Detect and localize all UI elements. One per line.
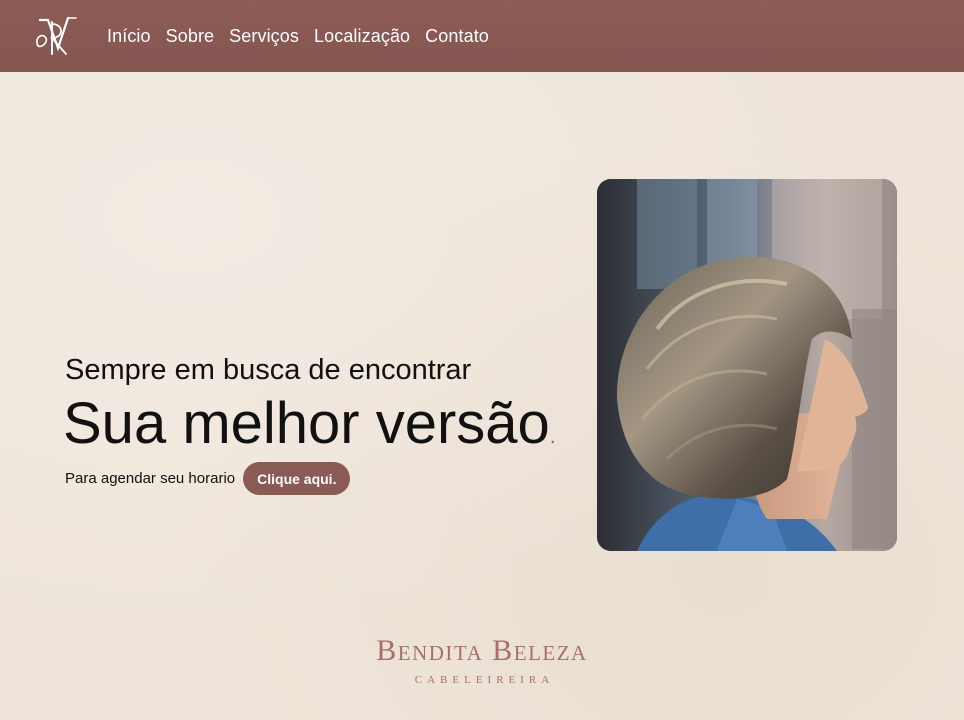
brand-name: Bendita Beleza [376, 634, 588, 667]
nav-link-inicio[interactable]: Início [107, 26, 151, 47]
nav-link-servicos[interactable]: Serviços [229, 26, 299, 47]
top-navbar: Início Sobre Serviços Localização Contat… [0, 0, 964, 72]
hero-title-dot: . [549, 426, 556, 448]
nav-link-contato[interactable]: Contato [425, 26, 489, 47]
brand-tagline: CABELEIREIRA [414, 674, 555, 686]
hair-model-photo [597, 179, 897, 551]
brand-footer: Bendita Beleza CABELEIREIRA [0, 634, 964, 687]
nav-link-sobre[interactable]: Sobre [166, 26, 215, 47]
rn-monogram-logo-icon[interactable] [30, 12, 80, 60]
hero-subtitle: Sempre em busca de encontrar [65, 354, 472, 386]
hero-title-text: Sua melhor versão [63, 391, 550, 456]
hair-model-photo-svg [597, 179, 897, 551]
booking-row: Para agendar seu horario Clique aqui. [65, 462, 351, 495]
main-nav: Início Sobre Serviços Localização Contat… [107, 0, 489, 72]
hero-title: Sua melhor versão. [63, 392, 555, 456]
nav-link-localizacao[interactable]: Localização [314, 26, 410, 47]
logo-svg [36, 16, 77, 55]
book-appointment-button[interactable]: Clique aqui. [243, 462, 351, 495]
booking-text: Para agendar seu horario [65, 470, 236, 487]
